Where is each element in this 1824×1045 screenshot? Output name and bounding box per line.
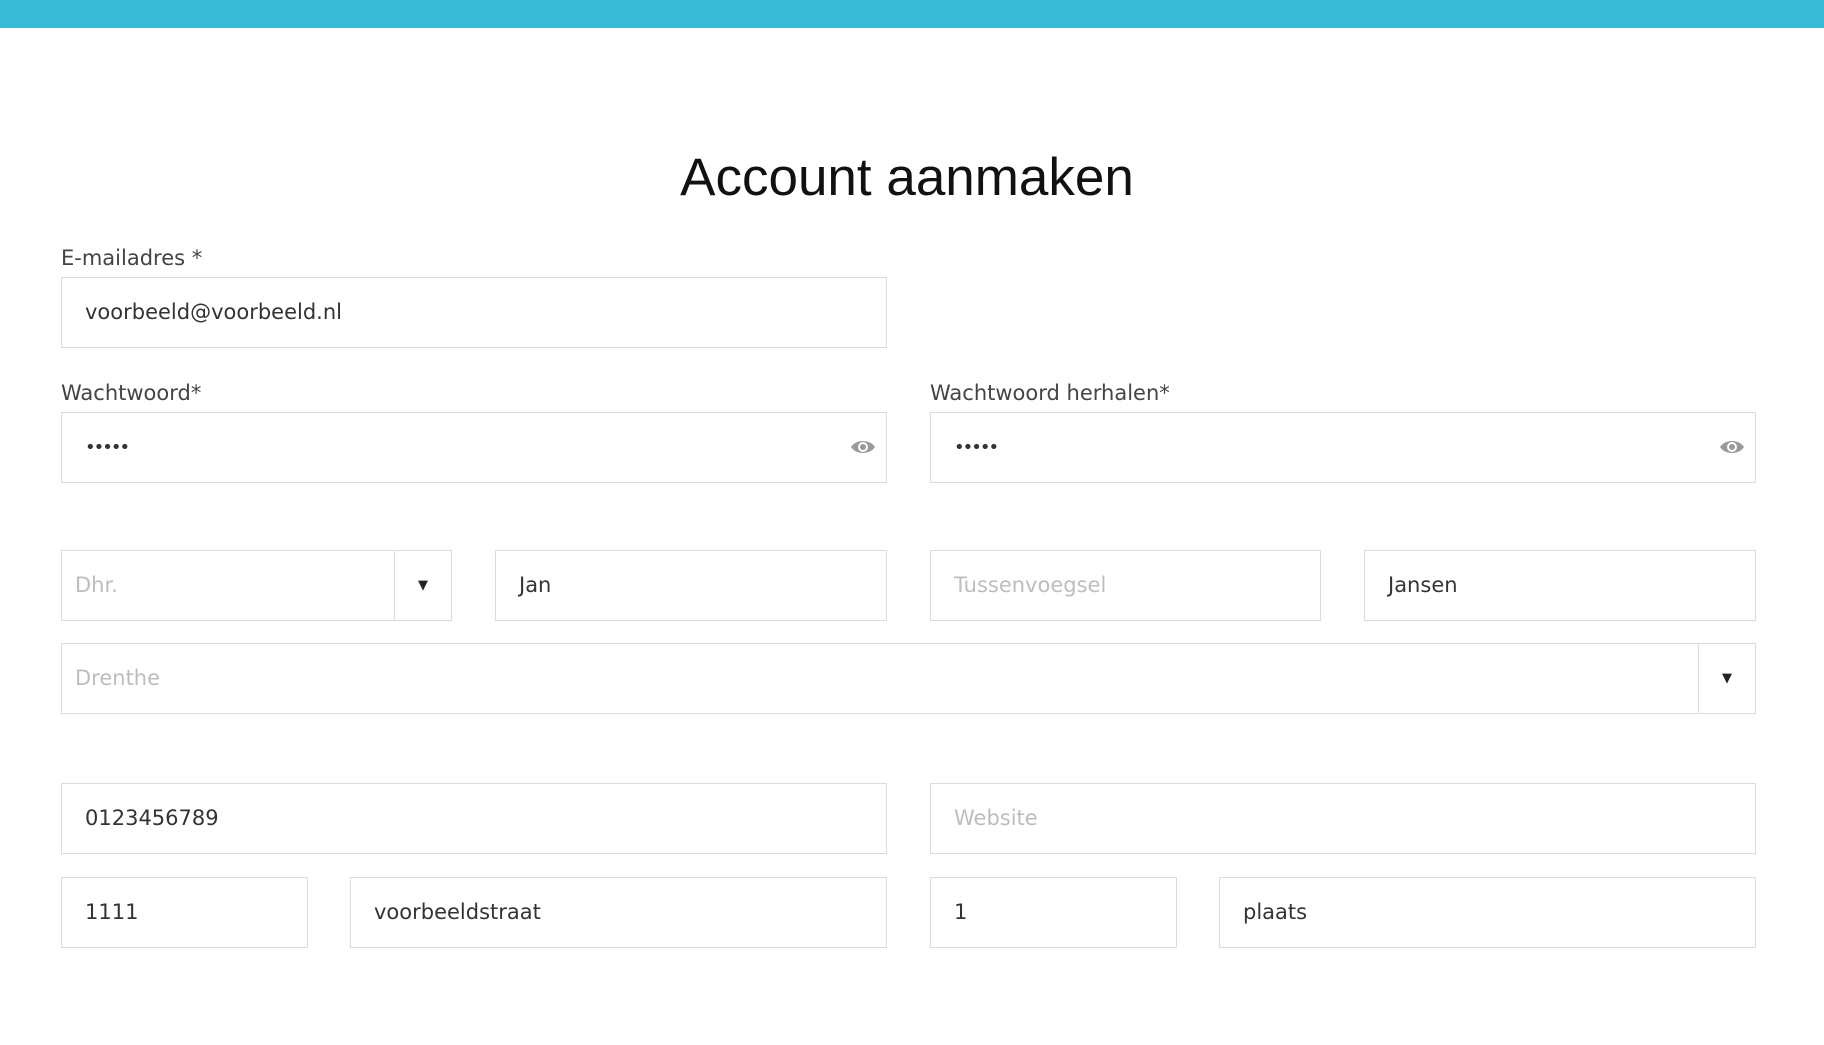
password-repeat-field[interactable]: ••••• — [930, 412, 1756, 483]
password-field[interactable]: ••••• — [61, 412, 887, 483]
email-label: E-mailadres * — [61, 246, 203, 270]
website-placeholder: Website — [954, 806, 1038, 830]
street-value: voorbeeldstraat — [374, 900, 541, 924]
street-field[interactable]: voorbeeldstraat — [350, 877, 887, 948]
phone-field[interactable]: 0123456789 — [61, 783, 887, 854]
province-value: Drenthe — [75, 666, 161, 690]
eye-icon[interactable] — [849, 435, 877, 459]
phone-value: 0123456789 — [85, 806, 219, 830]
first-name-field[interactable]: Jan — [495, 550, 887, 621]
last-name-field[interactable]: Jansen — [1364, 550, 1756, 621]
infix-placeholder: Tussenvoegsel — [954, 573, 1107, 597]
salutation-dropdown-button[interactable]: ▼ — [394, 551, 451, 620]
page-title: Account aanmaken — [680, 148, 1134, 207]
top-accent-bar — [0, 0, 1824, 28]
email-field[interactable]: voorbeeld@voorbeeld.nl — [61, 277, 887, 348]
city-value: plaats — [1243, 900, 1308, 924]
email-value: voorbeeld@voorbeeld.nl — [85, 300, 343, 324]
password-value: ••••• — [85, 437, 130, 458]
first-name-value: Jan — [519, 573, 552, 597]
password-repeat-value: ••••• — [954, 437, 999, 458]
password-label: Wachtwoord* — [61, 381, 202, 405]
postal-code-field[interactable]: 1111 — [61, 877, 308, 948]
last-name-value: Jansen — [1388, 573, 1458, 597]
infix-field[interactable]: Tussenvoegsel — [930, 550, 1321, 621]
chevron-down-icon: ▼ — [1722, 671, 1732, 686]
website-field[interactable]: Website — [930, 783, 1756, 854]
house-number-field[interactable]: 1 — [930, 877, 1177, 948]
house-number-value: 1 — [954, 900, 968, 924]
postal-code-value: 1111 — [85, 900, 139, 924]
password-repeat-label: Wachtwoord herhalen* — [930, 381, 1170, 405]
city-field[interactable]: plaats — [1219, 877, 1756, 948]
salutation-value: Dhr. — [75, 573, 118, 597]
province-select[interactable]: Drenthe ▼ — [61, 643, 1756, 714]
eye-icon[interactable] — [1718, 435, 1746, 459]
salutation-select[interactable]: Dhr. ▼ — [61, 550, 452, 621]
province-dropdown-button[interactable]: ▼ — [1698, 644, 1755, 713]
chevron-down-icon: ▼ — [418, 578, 428, 593]
